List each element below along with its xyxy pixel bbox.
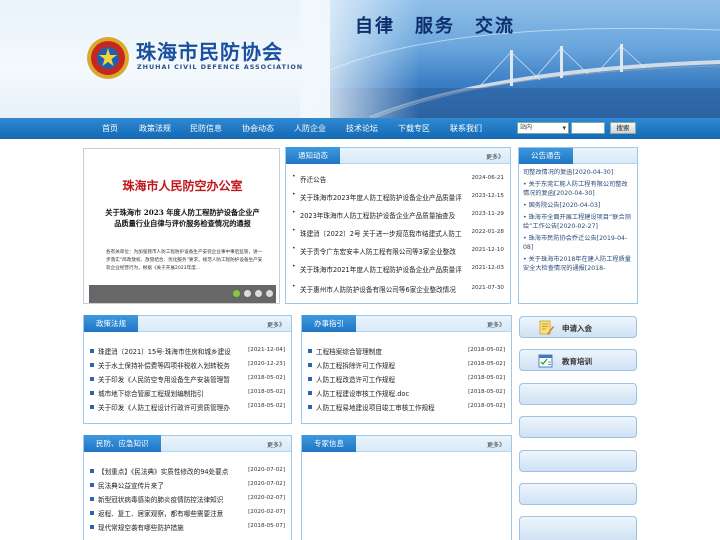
experts-header: 专家信息 更多》 <box>302 435 511 452</box>
policy-header: 政策法规 更多》 <box>84 315 291 332</box>
table-row[interactable]: 人防工程易地建设项目竣工审核工作规程 [2018-05-02] <box>308 401 505 414</box>
side-link-blank-3[interactable] <box>519 450 637 472</box>
nav-civil-info[interactable]: 民防信息 <box>190 123 222 134</box>
main-navigation: 首页 政策法规 民防信息 协会动态 人防企业 技术论坛 下载专区 联系我们 站内… <box>0 118 720 139</box>
list-item[interactable]: • 2023年珠海市人防工程防护设备企业产品质量抽查及 2023-11-29 <box>292 209 504 222</box>
nav-downloads[interactable]: 下载专区 <box>398 123 430 134</box>
list-item[interactable]: • 关于珠海市2021年度人防工程防护设备企业产品质量评 2021-12-03 <box>292 263 504 276</box>
experts-panel: 专家信息 更多》 <box>301 435 512 540</box>
list-item[interactable]: • 国务院公告[2020-04-03] <box>523 201 633 210</box>
list-item[interactable]: • 关于珠海市2023年度人防工程防护设备企业产品质量评 2023-12-15 <box>292 191 504 204</box>
notice-more-link[interactable]: 更多》 <box>486 152 504 161</box>
search-scope-select[interactable]: 站内 <box>517 122 569 134</box>
slide-heading: 珠海市人民防空办公室 <box>122 179 243 193</box>
side-link-blank-5[interactable] <box>519 516 637 540</box>
announcement-list: 司整改情况的复函[2020-04-30] • 关于东莞汇能人防工程有限公司整改情… <box>523 168 633 276</box>
knowledge-more-link[interactable]: 更多》 <box>267 440 285 449</box>
list-item[interactable]: • 关于惠州市人防防护设备有限公司等6家企业整改情况 2021-07-30 <box>292 283 504 296</box>
site-header: 自律 服务 交流 珠海市民防协会 ZHUHAI CIVIL DEFENCE AS… <box>0 0 720 118</box>
list-item[interactable]: • 珠海市全面开展工程建设项目“联合测绘”工作公告[2020-02-27] <box>523 213 633 231</box>
apply-membership-label: 申请入会 <box>562 324 592 333</box>
site-title-english: ZHUHAI CIVIL DEFENCE ASSOCIATION <box>137 63 304 71</box>
list-item[interactable]: • 乔迁公告 2024-06-21 <box>292 173 504 186</box>
policy-more-link[interactable]: 更多》 <box>267 320 285 329</box>
side-link-blank-4[interactable] <box>519 483 637 505</box>
list-item[interactable]: 司整改情况的复函[2020-04-30] <box>523 168 633 177</box>
announcement-title: 公告通告 <box>519 148 573 164</box>
list-item[interactable]: • 珠海市民防协会乔迁公告[2019-04-08] <box>523 234 633 252</box>
table-row[interactable]: 关于水土保持补偿费等四项非税收入划转税务 [2020-12-23] <box>90 359 285 372</box>
table-row[interactable]: 新型冠状病毒感染的肺炎疫情防控法律知识 [2020-02-07] <box>90 493 285 506</box>
table-row[interactable]: 珠建消〔2021〕15号·珠海市住房和城乡建设 [2021-12-04] <box>90 345 285 358</box>
apply-membership-button[interactable]: 申请入会 <box>519 316 637 338</box>
education-training-button[interactable]: 教育培训 <box>519 349 637 371</box>
policy-panel: 政策法规 更多》 珠建消〔2021〕15号·珠海市住房和城乡建设 [2021-12… <box>83 315 292 424</box>
side-link-blank-2[interactable] <box>519 416 637 438</box>
search-input[interactable] <box>571 122 605 134</box>
announcement-header: 公告通告 <box>519 148 637 164</box>
table-row[interactable]: 关于印发《人民防空专用设备生产安装管理暂 [2018-05-02] <box>90 373 285 386</box>
list-item[interactable]: • 珠建消〔2022〕2号 关于进一步规范我市结建式人防工 2022-01-28 <box>292 227 504 240</box>
experts-more-link[interactable]: 更多》 <box>487 440 505 449</box>
guide-panel: 办事指引 更多》 工程档案综合管理制度 [2018-05-02] 人防工程拆除许可… <box>301 315 512 424</box>
slide-control-bar <box>89 285 276 303</box>
announcement-panel: 公告通告 司整改情况的复函[2020-04-30] • 关于东莞汇能人防工程有限… <box>518 147 638 304</box>
knowledge-header: 民防、应急知识 更多》 <box>84 435 291 452</box>
slide-dot-4[interactable] <box>266 290 273 297</box>
nav-contact[interactable]: 联系我们 <box>450 123 482 134</box>
slide-dot-2[interactable] <box>244 290 251 297</box>
site-title: 珠海市民防协会 <box>136 40 283 64</box>
table-row[interactable]: 城市地下综合管廊工程规划编制指引 [2018-05-02] <box>90 387 285 400</box>
nav-association-news[interactable]: 协会动态 <box>242 123 274 134</box>
table-row[interactable]: 人防工程建设审核工作规程.doc [2018-05-02] <box>308 387 505 400</box>
header-slogan: 自律 服务 交流 <box>355 16 515 37</box>
policy-title: 政策法规 <box>84 315 138 332</box>
table-row[interactable]: 工程档案综合管理制度 [2018-05-02] <box>308 345 505 358</box>
table-row[interactable]: 民法典公益宣传片来了 [2020-07-02] <box>90 479 285 492</box>
table-row[interactable]: 人防工程拆除许可工作规程 [2018-05-02] <box>308 359 505 372</box>
checklist-icon <box>538 353 554 371</box>
search-button[interactable]: 搜索 <box>610 122 636 134</box>
nav-tech-forum[interactable]: 技术论坛 <box>346 123 378 134</box>
nav-home[interactable]: 首页 <box>102 123 118 134</box>
slide-subheading: 关于珠海市 2023 年度人防工程防护设备企业产品质量行业自律与评价服务检查情况… <box>105 208 260 228</box>
list-item[interactable]: • 关于东莞汇能人防工程有限公司整改情况的复函[2020-04-30] <box>523 180 633 198</box>
slide-dot-3[interactable] <box>255 290 262 297</box>
news-slideshow[interactable]: 珠海市人民防空办公室 关于珠海市 2023 年度人防工程防护设备企业产品质量行业… <box>83 148 280 304</box>
guide-more-link[interactable]: 更多》 <box>487 320 505 329</box>
knowledge-title: 民防、应急知识 <box>84 435 161 452</box>
table-row[interactable]: 返程、复工、居家观察，都有哪些需要注意 [2020-02-07] <box>90 507 285 520</box>
side-link-blank-1[interactable] <box>519 383 637 405</box>
guide-title: 办事指引 <box>302 315 356 332</box>
knowledge-panel: 民防、应急知识 更多》 【划重点】《民法典》实质性修改的94处要点 [2020-0… <box>83 435 292 540</box>
association-logo <box>86 36 130 80</box>
education-training-label: 教育培训 <box>562 357 592 366</box>
document-pen-icon <box>538 320 554 338</box>
table-row[interactable]: 关于印发《人防工程设计行政许可资质管理办 [2018-05-02] <box>90 401 285 414</box>
list-item[interactable]: • 关于责令广东宏安丰人防工程有限公司等3家企业整改 2021-12-10 <box>292 245 504 258</box>
slide-body-text: 各有关单位：为加强我市人防工程防护设备生产安装企业事中事后监管，进一步落实“简政… <box>106 250 263 271</box>
table-row[interactable]: 人防工程改造许可工作规程 [2018-05-02] <box>308 373 505 386</box>
experts-title: 专家信息 <box>302 435 356 452</box>
notice-header: 通知动态 更多》 <box>286 147 510 164</box>
nav-policy[interactable]: 政策法规 <box>139 123 171 134</box>
list-item[interactable]: • 关于珠海市2018年在建人防工程质量安全大检查情况的通报[2018- <box>523 255 633 273</box>
notice-title: 通知动态 <box>286 147 340 164</box>
table-row[interactable]: 【划重点】《民法典》实质性修改的94处要点 [2020-07-02] <box>90 465 285 478</box>
guide-header: 办事指引 更多》 <box>302 315 511 332</box>
nav-enterprises[interactable]: 人防企业 <box>294 123 326 134</box>
notice-panel: 通知动态 更多》 • 乔迁公告 2024-06-21 • 关于珠海市2023年度人防工… <box>285 147 511 304</box>
table-row[interactable]: 现代常规空袭有哪些防护措施 [2018-05-07] <box>90 521 285 534</box>
slide-dot-1[interactable] <box>233 290 240 297</box>
